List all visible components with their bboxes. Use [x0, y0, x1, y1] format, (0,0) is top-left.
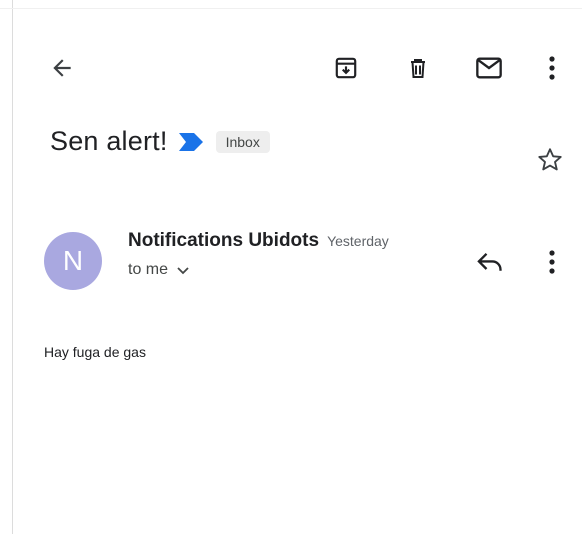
- arrow-back-icon: [53, 59, 71, 77]
- top-toolbar: [0, 0, 582, 120]
- archive-button[interactable]: [328, 50, 364, 86]
- star-button[interactable]: [532, 142, 568, 178]
- recipient-details-toggle[interactable]: to me: [128, 261, 389, 279]
- more-vert-icon: [549, 250, 555, 274]
- more-vert-icon: [549, 56, 555, 80]
- avatar-letter: N: [62, 245, 84, 276]
- importance-marker-icon[interactable]: [178, 132, 204, 152]
- sender-avatar[interactable]: N: [44, 232, 102, 290]
- trash-icon: [411, 59, 425, 78]
- sent-time: Yesterday: [327, 233, 389, 249]
- reply-icon: [477, 253, 502, 271]
- delete-button[interactable]: [400, 50, 436, 86]
- sender-line: Notifications Ubidots Yesterday: [128, 230, 389, 252]
- reply-button[interactable]: [472, 244, 508, 280]
- sender-name[interactable]: Notifications Ubidots: [128, 230, 319, 252]
- message-body: Hay fuga de gas: [44, 344, 146, 360]
- back-button[interactable]: [44, 50, 80, 86]
- chevron-down-icon: [177, 267, 189, 275]
- sender-block: Notifications Ubidots Yesterday to me: [128, 230, 389, 279]
- message-more-options-button[interactable]: [534, 244, 570, 280]
- archive-icon: [335, 57, 357, 79]
- inbox-label-chip[interactable]: Inbox: [215, 130, 270, 153]
- recipient-text: to me: [128, 261, 169, 278]
- star-outline-icon: [538, 148, 562, 171]
- email-subject: Sen alert!: [50, 126, 168, 156]
- mark-unread-button[interactable]: [471, 50, 507, 86]
- more-options-button[interactable]: [534, 50, 570, 86]
- mail-icon: [476, 57, 502, 79]
- subject-row: Sen alert! Inbox: [50, 126, 270, 157]
